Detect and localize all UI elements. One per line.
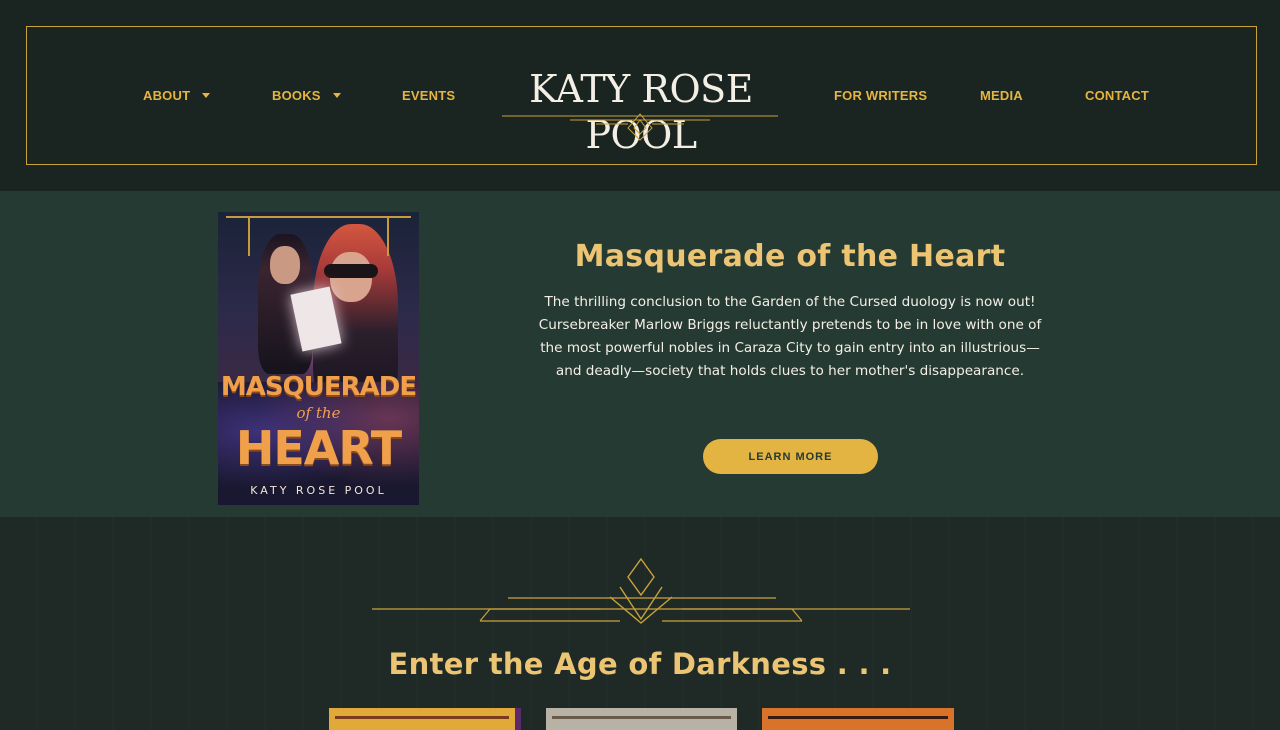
cover-title-line1: MASQUERADE [220,372,417,402]
logo-ornament-icon [502,113,778,141]
nav-for-writers[interactable]: FOR WRITERS [834,86,927,104]
cover-band [768,716,948,719]
nav-contact[interactable]: CONTACT [1085,86,1149,104]
book-cover-thumbnail[interactable] [762,708,954,730]
cover-band [335,716,509,719]
nav-events[interactable]: EVENTS [402,86,455,104]
learn-more-button[interactable]: LEARN MORE [703,439,878,474]
book-cover-image[interactable]: MASQUERADE of the HEART KATY ROSE POOL [218,212,419,505]
nav-books[interactable]: BOOKS [272,86,341,104]
book-cover-thumbnail[interactable] [329,708,521,730]
age-of-darkness-section: Enter the Age of Darkness . . . [0,517,1280,730]
nav-books-label: BOOKS [272,87,321,103]
cover-author: KATY ROSE POOL [250,484,387,497]
cover-deco-frame [248,216,389,256]
nav-about[interactable]: ABOUT [143,86,211,104]
nav-media[interactable]: MEDIA [980,86,1023,104]
caret-down-icon [332,93,341,98]
section-title: Enter the Age of Darkness . . . [388,647,892,681]
cover-title-line3: HEART [235,421,402,475]
nav-contact-label: CONTACT [1085,87,1149,103]
site-header: ABOUT BOOKS EVENTS KATY ROSE POOL FOR WR… [0,0,1280,191]
nav-media-label: MEDIA [980,87,1023,103]
art-deco-divider-icon [372,557,910,624]
nav-events-label: EVENTS [402,87,456,103]
book-cover-thumbnail[interactable] [546,708,737,730]
nav-about-label: ABOUT [143,87,191,103]
nav-for-writers-label: FOR WRITERS [834,87,928,103]
caret-down-icon [202,93,211,98]
feature-title: Masquerade of the Heart [574,239,1006,274]
featured-book-section: MASQUERADE of the HEART KATY ROSE POOL M… [0,191,1280,517]
cover-band [552,716,731,719]
feature-description: The thrilling conclusion to the Garden o… [538,294,1042,379]
site-logo[interactable]: KATY ROSE POOL [478,66,804,157]
